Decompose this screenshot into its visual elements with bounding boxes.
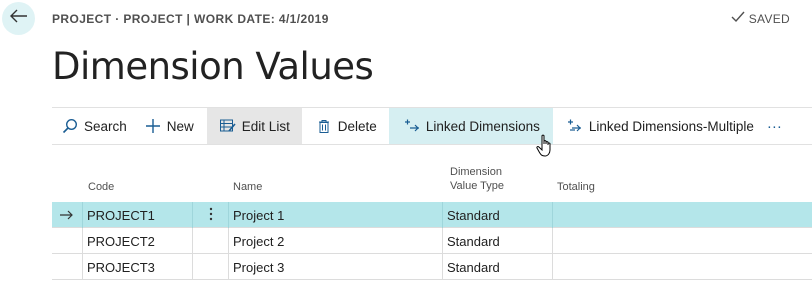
column-header-type-line1: Dimension [450, 166, 502, 178]
row-menu-cell[interactable] [192, 254, 228, 280]
saved-label: SAVED [748, 11, 790, 26]
cell-type[interactable]: Standard [442, 254, 552, 280]
action-bar: Search New Edit List Delete Linked Dimen… [52, 107, 812, 145]
plus-icon [145, 118, 161, 134]
more-actions-icon: ··· [766, 117, 782, 135]
hand-cursor-icon [536, 134, 556, 163]
more-actions-button[interactable]: ··· [763, 108, 791, 144]
cell-name[interactable]: Project 3 [228, 254, 442, 280]
saved-status: SAVED [731, 11, 790, 26]
cell-name[interactable]: Project 1 [228, 202, 442, 228]
cell-code[interactable]: PROJECT2 [82, 228, 192, 254]
linked-dimensions-label: Linked Dimensions [425, 118, 540, 134]
table-row[interactable]: PROJECT1 Project 1 Standard [52, 202, 812, 228]
column-header-dimension-value-type[interactable]: Dimension Value Type [450, 165, 504, 193]
search-label: Search [84, 118, 127, 134]
trash-icon [316, 118, 332, 134]
dimension-values-table: PROJECT1 Project 1 Standard PROJECT2 Pro… [52, 202, 812, 280]
vertical-ellipsis-icon [209, 207, 213, 224]
linked-dimensions-multiple-icon [567, 118, 583, 134]
edit-list-icon [219, 118, 236, 134]
row-menu-cell[interactable] [192, 228, 228, 254]
table-row[interactable]: PROJECT2 Project 2 Standard [52, 228, 812, 254]
cell-type[interactable]: Standard [442, 228, 552, 254]
back-arrow-icon [9, 9, 28, 28]
cell-code[interactable]: PROJECT1 [82, 202, 192, 228]
linked-dimensions-multiple-button[interactable]: Linked Dimensions-Multiple [553, 108, 763, 144]
column-header-code[interactable]: Code [88, 180, 114, 194]
cell-code[interactable]: PROJECT3 [82, 254, 192, 280]
table-row[interactable]: PROJECT3 Project 3 Standard [52, 254, 812, 280]
cell-totaling[interactable] [552, 228, 812, 254]
edit-list-button[interactable]: Edit List [206, 108, 302, 144]
row-indicator [52, 228, 82, 254]
row-menu-button[interactable] [192, 202, 228, 228]
column-header-type-line2: Value Type [450, 180, 505, 192]
cell-totaling[interactable] [552, 202, 812, 228]
row-indicator [52, 254, 82, 280]
search-button[interactable]: Search [52, 108, 136, 144]
linked-dimensions-button[interactable]: Linked Dimensions [388, 108, 553, 144]
cell-totaling[interactable] [552, 254, 812, 280]
delete-label: Delete [337, 118, 377, 134]
back-button[interactable] [2, 2, 35, 35]
breadcrumb: PROJECT · PROJECT | WORK DATE: 4/1/2019 [52, 12, 329, 26]
checkmark-icon [731, 11, 745, 26]
cell-name[interactable]: Project 2 [228, 228, 442, 254]
column-header-name[interactable]: Name [233, 180, 262, 194]
page-title: Dimension Values [52, 45, 374, 88]
linked-dimensions-icon [404, 118, 420, 134]
new-button[interactable]: New [136, 108, 207, 144]
edit-list-label: Edit List [241, 118, 290, 134]
search-icon [62, 118, 78, 134]
delete-button[interactable]: Delete [302, 108, 389, 144]
arrow-right-icon [52, 202, 82, 228]
column-header-totaling[interactable]: Totaling [557, 180, 595, 194]
new-label: New [166, 118, 194, 134]
linked-dimensions-multiple-label: Linked Dimensions-Multiple [588, 118, 754, 134]
cell-type[interactable]: Standard [442, 202, 552, 228]
